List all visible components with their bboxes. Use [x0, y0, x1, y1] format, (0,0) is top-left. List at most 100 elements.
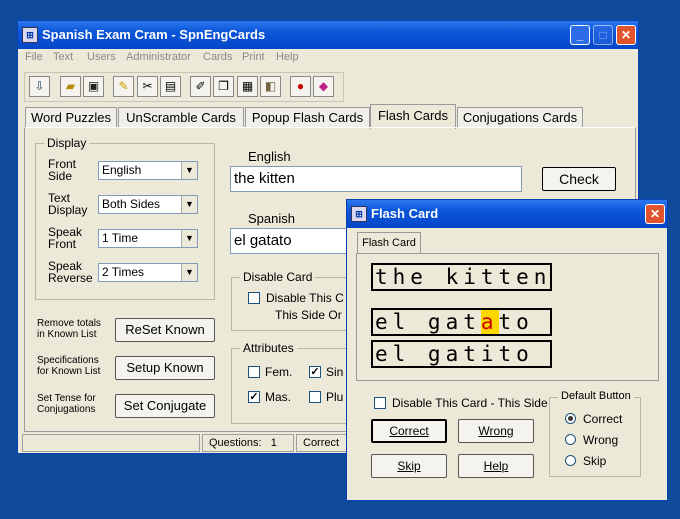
check-button[interactable]: Check: [542, 167, 616, 191]
speak-reverse-value: 2 Times: [102, 265, 145, 279]
speak-reverse-select[interactable]: 2 Times ▼: [98, 263, 198, 282]
card-spanish-highlight: a: [480, 310, 499, 334]
help-button-label: Help: [483, 459, 509, 473]
cards-icon[interactable]: ❐: [213, 76, 234, 97]
traffic-light-icon[interactable]: ●: [290, 76, 311, 97]
app-icon: ⊞: [351, 206, 367, 222]
set-conjugate-button[interactable]: Set Conjugate: [115, 394, 215, 418]
minimize-button[interactable]: _: [570, 25, 590, 45]
correct-status: Correct: [296, 434, 350, 452]
dialog-skip-button[interactable]: Skip: [371, 454, 447, 478]
menu-users[interactable]: Users: [87, 51, 116, 63]
main-title: Spanish Exam Cram - SpnEngCards: [42, 27, 266, 42]
open-folder-icon[interactable]: ▰: [60, 76, 81, 97]
radio-skip-label: Skip: [583, 454, 607, 468]
skip-button-label: Skip: [397, 459, 421, 473]
edit-icon[interactable]: ✐: [190, 76, 211, 97]
dialog-help-button[interactable]: Help: [458, 454, 534, 478]
card-spanish-answer: el gatato: [371, 308, 552, 336]
wrong-button-label: Wrong: [478, 424, 514, 438]
radio-correct-label: Correct: [583, 412, 623, 426]
setup-known-button[interactable]: Setup Known: [115, 356, 215, 380]
dialog-disable-checkbox[interactable]: [374, 397, 386, 409]
front-side-select[interactable]: English ▼: [98, 161, 198, 180]
dialog-disable-label: Disable This Card - This Side: [392, 396, 548, 410]
text-display-value: Both Sides: [102, 197, 161, 211]
front-side-value: English: [102, 163, 142, 177]
table-icon[interactable]: ▤: [160, 76, 181, 97]
speak-front-select[interactable]: 1 Time ▼: [98, 229, 198, 248]
speak-reverse-label: Speak Reverse: [48, 259, 93, 285]
mas-label: Mas.: [265, 390, 292, 404]
questions-label: Questions:: [209, 437, 262, 449]
disable-card-text-2: This Side Or: [275, 308, 342, 322]
chevron-down-icon[interactable]: ▼: [181, 162, 197, 179]
dialog-tab-flash-card[interactable]: Flash Card: [357, 232, 421, 254]
pencil-icon[interactable]: ✎: [113, 76, 134, 97]
scissors-icon[interactable]: ✂: [137, 76, 158, 97]
menu-text[interactable]: Text: [53, 51, 73, 63]
radio-skip[interactable]: [565, 455, 576, 466]
disable-card-text-1: Disable This C: [266, 291, 344, 305]
disable-card-checkbox[interactable]: [248, 292, 260, 304]
card-spanish-post: to: [498, 310, 534, 334]
questions-value: 1: [270, 437, 277, 449]
menu-file[interactable]: File: [25, 51, 43, 63]
dialog-titlebar[interactable]: ⊞ Flash Card ✕: [347, 200, 667, 228]
save-icon[interactable]: ▣: [83, 76, 104, 97]
correct-button-label: Correct: [389, 424, 429, 438]
radio-correct[interactable]: [565, 413, 576, 424]
reset-known-button[interactable]: ReSet Known: [115, 318, 215, 342]
tab-conjugations-cards[interactable]: Conjugations Cards: [457, 107, 583, 127]
app-icon: ⊞: [22, 27, 38, 43]
maximize-button[interactable]: □: [593, 25, 613, 45]
book-icon[interactable]: ◆: [313, 76, 334, 97]
speak-front-label: Speak Front: [48, 225, 83, 251]
questions-status: Questions: 1: [202, 434, 294, 452]
spanish-field[interactable]: el gatato: [230, 228, 350, 254]
card-english: the kitten: [371, 263, 552, 291]
close-button[interactable]: ✕: [616, 25, 636, 45]
front-side-label: Front Side: [48, 157, 77, 183]
chevron-down-icon[interactable]: ▼: [181, 230, 197, 247]
singular-label: Sin: [326, 365, 344, 379]
radio-wrong-label: Wrong: [583, 433, 619, 447]
display-group-label: Display: [44, 136, 90, 150]
text-display-select[interactable]: Both Sides ▼: [98, 195, 198, 214]
menu-print[interactable]: Print: [242, 51, 265, 63]
menu-cards[interactable]: Cards: [203, 51, 232, 63]
dialog-correct-button[interactable]: Correct: [371, 419, 447, 443]
dialog-wrong-button[interactable]: Wrong: [458, 419, 534, 443]
status-cell-empty: [22, 434, 200, 452]
set-tense-label: Set Tense for Conjugations: [37, 393, 96, 415]
chevron-down-icon[interactable]: ▼: [181, 196, 197, 213]
mas-checkbox[interactable]: ✓: [248, 391, 260, 403]
radio-wrong[interactable]: [565, 434, 576, 445]
fem-checkbox[interactable]: [248, 366, 260, 378]
dialog-close-button[interactable]: ✕: [645, 204, 665, 224]
tab-word-puzzles[interactable]: Word Puzzles: [25, 107, 117, 127]
text-display-label: Text Display: [48, 191, 88, 217]
singular-checkbox[interactable]: ✓: [309, 366, 321, 378]
exit-icon[interactable]: ⇩: [29, 76, 50, 97]
flashcard-icon[interactable]: ◧: [260, 76, 281, 97]
spanish-label: Spanish: [248, 211, 295, 226]
chevron-down-icon[interactable]: ▼: [181, 264, 197, 281]
calculator-icon[interactable]: ▦: [237, 76, 258, 97]
remove-totals-label: Remove totals in Known List: [37, 318, 101, 340]
menu-help[interactable]: Help: [276, 51, 299, 63]
card-spanish-pre: el gat: [375, 310, 481, 334]
tab-flash-cards[interactable]: Flash Cards: [370, 104, 456, 129]
correct-label: Correct: [303, 437, 340, 449]
fem-label: Fem.: [265, 365, 293, 379]
menu-administrator[interactable]: Administrator: [126, 51, 191, 63]
tab-unscramble-cards[interactable]: UnScramble Cards: [118, 107, 244, 127]
plural-checkbox[interactable]: [309, 391, 321, 403]
card-spanish-correct: el gatito: [371, 340, 552, 368]
main-titlebar[interactable]: ⊞ Spanish Exam Cram - SpnEngCards _ □ ✕: [18, 21, 638, 49]
english-field[interactable]: the kitten: [230, 166, 522, 192]
tab-popup-flash-cards[interactable]: Popup Flash Cards: [245, 107, 370, 127]
plural-label: Plu: [326, 390, 344, 404]
attributes-group: Attributes: [231, 341, 351, 424]
speak-front-value: 1 Time: [102, 231, 139, 245]
